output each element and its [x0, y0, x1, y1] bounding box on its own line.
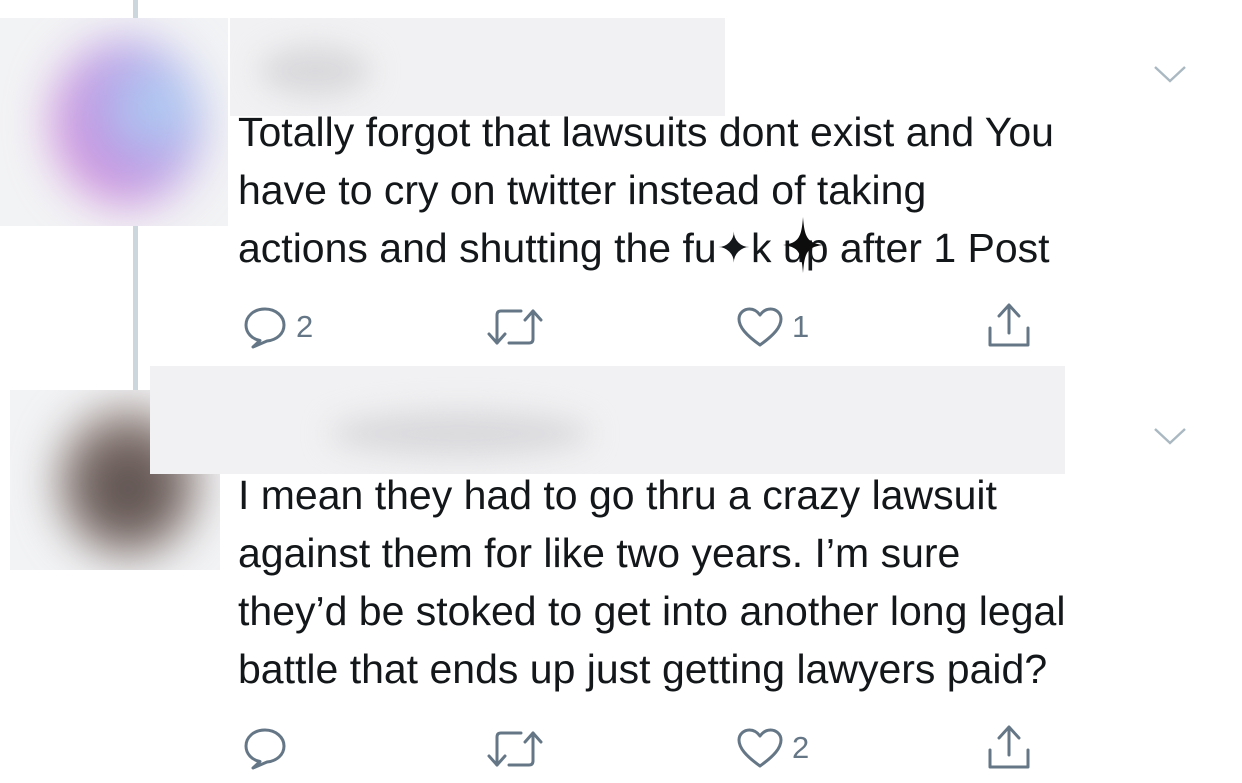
share-button[interactable] — [986, 300, 1032, 350]
redacted-author-name — [150, 366, 1065, 474]
tweet-text-line: have to cry on twitter instead of taking — [238, 167, 927, 213]
like-button[interactable]: 2 — [736, 727, 809, 769]
tweet-text-line: they’d be stoked to get into another lon… — [238, 588, 1066, 634]
like-button[interactable]: 1 — [736, 306, 809, 348]
retweet-button[interactable] — [487, 729, 551, 769]
tweet-text-line: battle that ends up just getting lawyers… — [238, 646, 1048, 692]
share-icon — [986, 300, 1032, 350]
reply-button[interactable]: 2 — [242, 305, 313, 349]
heart-icon — [736, 727, 784, 769]
redacted-author-name — [230, 18, 725, 116]
reply-button[interactable] — [242, 726, 296, 770]
like-count: 2 — [792, 730, 810, 765]
retweet-icon — [487, 307, 543, 347]
reply-count: 2 — [296, 309, 314, 344]
retweet-icon — [487, 729, 543, 769]
chevron-down-icon[interactable] — [1152, 62, 1188, 86]
reply-icon — [242, 305, 288, 349]
share-button[interactable] — [986, 722, 1032, 772]
tweet-text-line: against them for like two years. I’m sur… — [238, 530, 961, 576]
tweet-text-line: Totally forgot that lawsuits dont exist … — [238, 109, 1054, 155]
tweet-text-line: I mean they had to go thru a crazy lawsu… — [238, 472, 997, 518]
avatar[interactable] — [0, 18, 228, 226]
tweet-text-line: actions and shutting the fu✦k up after 1… — [238, 225, 1050, 271]
tweet-text: Totally forgot that lawsuits dont exist … — [238, 103, 1198, 277]
like-count: 1 — [792, 309, 810, 344]
reply-icon — [242, 726, 288, 770]
share-icon — [986, 722, 1032, 772]
chevron-down-icon[interactable] — [1152, 424, 1188, 448]
heart-icon — [736, 306, 784, 348]
retweet-button[interactable] — [487, 307, 551, 347]
tweet-text: I mean they had to go thru a crazy lawsu… — [238, 466, 1213, 698]
sparkle-icon — [783, 217, 823, 273]
